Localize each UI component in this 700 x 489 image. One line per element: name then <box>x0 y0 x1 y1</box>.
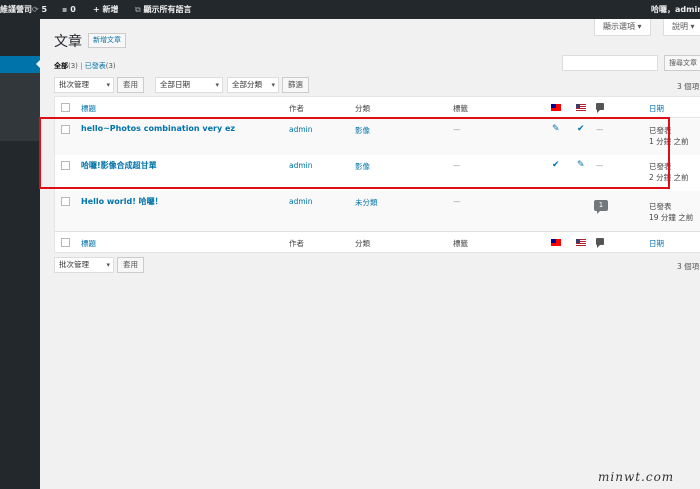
select-all-checkbox[interactable] <box>61 103 70 112</box>
view-all-count: (3) <box>68 62 78 70</box>
column-tags-bottom: 標籤 <box>453 239 468 248</box>
post-date-status: 已發表 <box>649 202 672 211</box>
help-button[interactable]: 說明 ▾ <box>663 19 700 36</box>
site-name[interactable]: 維謹營司 <box>0 0 32 19</box>
filter-button[interactable]: 篩選 <box>282 77 309 93</box>
comment-count-bubble[interactable]: 1 <box>594 200 608 214</box>
language-icon: ⧉ <box>135 5 141 14</box>
language-switcher[interactable]: ⧉ 顯示所有語言 <box>135 0 192 19</box>
screen-options-button[interactable]: 顯示選項 ▾ <box>594 19 651 36</box>
bulk-action-select-top[interactable]: 批次管理 <box>54 77 114 93</box>
row-checkbox[interactable] <box>61 197 70 206</box>
us-flag-icon <box>576 104 586 111</box>
post-status-views: 全部(3) | 已發表(3) <box>54 61 116 71</box>
view-separator: | <box>80 62 83 70</box>
comment-icon: ▪ <box>62 5 68 14</box>
language-label: 顯示所有語言 <box>143 5 192 14</box>
bulk-action-select-bottom[interactable]: 批次管理 <box>54 257 114 273</box>
column-categories: 分類 <box>355 104 370 113</box>
posts-submenu <box>0 73 40 141</box>
category-filter-select[interactable]: 全部分類 <box>227 77 279 93</box>
new-content-link[interactable]: + 新增 <box>93 0 119 19</box>
post-title-link[interactable]: Hello world! 哈囉！ <box>81 196 163 207</box>
comments-link[interactable]: ▪ 0 <box>62 0 76 19</box>
select-all-checkbox-bottom[interactable] <box>61 238 70 247</box>
column-date[interactable]: 日期 <box>649 103 664 114</box>
table-row: Hello world! 哈囉！ admin 未分類 — 1 已發表 19 分鐘… <box>55 191 700 231</box>
us-flag-icon <box>576 239 586 246</box>
highlight-box <box>39 117 670 189</box>
column-categories-bottom: 分類 <box>355 239 370 248</box>
view-published-count: (3) <box>105 62 116 70</box>
comments-column-icon <box>596 103 604 113</box>
items-count-top: 3 個項目 <box>677 82 700 91</box>
column-author-bottom: 作者 <box>289 239 304 248</box>
post-category-link[interactable]: 未分類 <box>355 197 378 208</box>
updates-count: 5 <box>41 5 48 14</box>
add-new-post-button[interactable]: 新增文章 <box>88 33 126 48</box>
view-all[interactable]: 全部(3) <box>54 62 78 70</box>
column-tags: 標籤 <box>453 104 468 113</box>
search-posts-button[interactable]: 搜尋文章 <box>664 55 700 71</box>
updates-icon: ⟳ <box>32 5 39 14</box>
items-count-bottom: 3 個項目 <box>677 262 700 271</box>
admin-side-menu <box>0 19 40 489</box>
plus-icon: + <box>93 5 100 14</box>
post-author-link[interactable]: admin <box>289 197 313 206</box>
page-title: 文章 <box>54 34 82 50</box>
comments-count: 0 <box>70 5 76 14</box>
table-footer: 標題 作者 分類 標籤 日期 <box>55 231 700 253</box>
view-all-label: 全部 <box>54 62 68 70</box>
comments-column-icon <box>596 238 604 248</box>
post-date-ago: 19 分鐘 之前 <box>649 213 694 222</box>
view-published-label: 已發表 <box>84 62 106 70</box>
column-title-bottom[interactable]: 標題 <box>81 238 96 249</box>
updates-link[interactable]: ⟳ 5 <box>32 0 47 19</box>
menu-item-posts[interactable] <box>0 56 40 73</box>
column-author: 作者 <box>289 104 304 113</box>
date-filter-select[interactable]: 全部日期 <box>155 77 223 93</box>
my-account-link[interactable]: 哈囉，admin <box>651 0 700 19</box>
search-input[interactable] <box>562 55 658 71</box>
table-header: 標題 作者 分類 標籤 日期 <box>55 97 700 118</box>
admin-bar: 維謹營司 ⟳ 5 ▪ 0 + 新增 ⧉ 顯示所有語言 哈囉，admin <box>0 0 700 19</box>
taiwan-flag-icon <box>551 239 561 246</box>
taiwan-flag-icon <box>551 104 561 111</box>
watermark: minwt.com <box>598 470 675 484</box>
column-date-bottom[interactable]: 日期 <box>649 238 664 249</box>
apply-button-top[interactable]: 套用 <box>117 77 144 93</box>
column-title[interactable]: 標題 <box>81 103 96 114</box>
apply-button-bottom[interactable]: 套用 <box>117 257 144 273</box>
new-label: 新增 <box>102 5 119 14</box>
view-published[interactable]: 已發表(3) <box>85 62 116 70</box>
post-tags: — <box>453 197 461 206</box>
